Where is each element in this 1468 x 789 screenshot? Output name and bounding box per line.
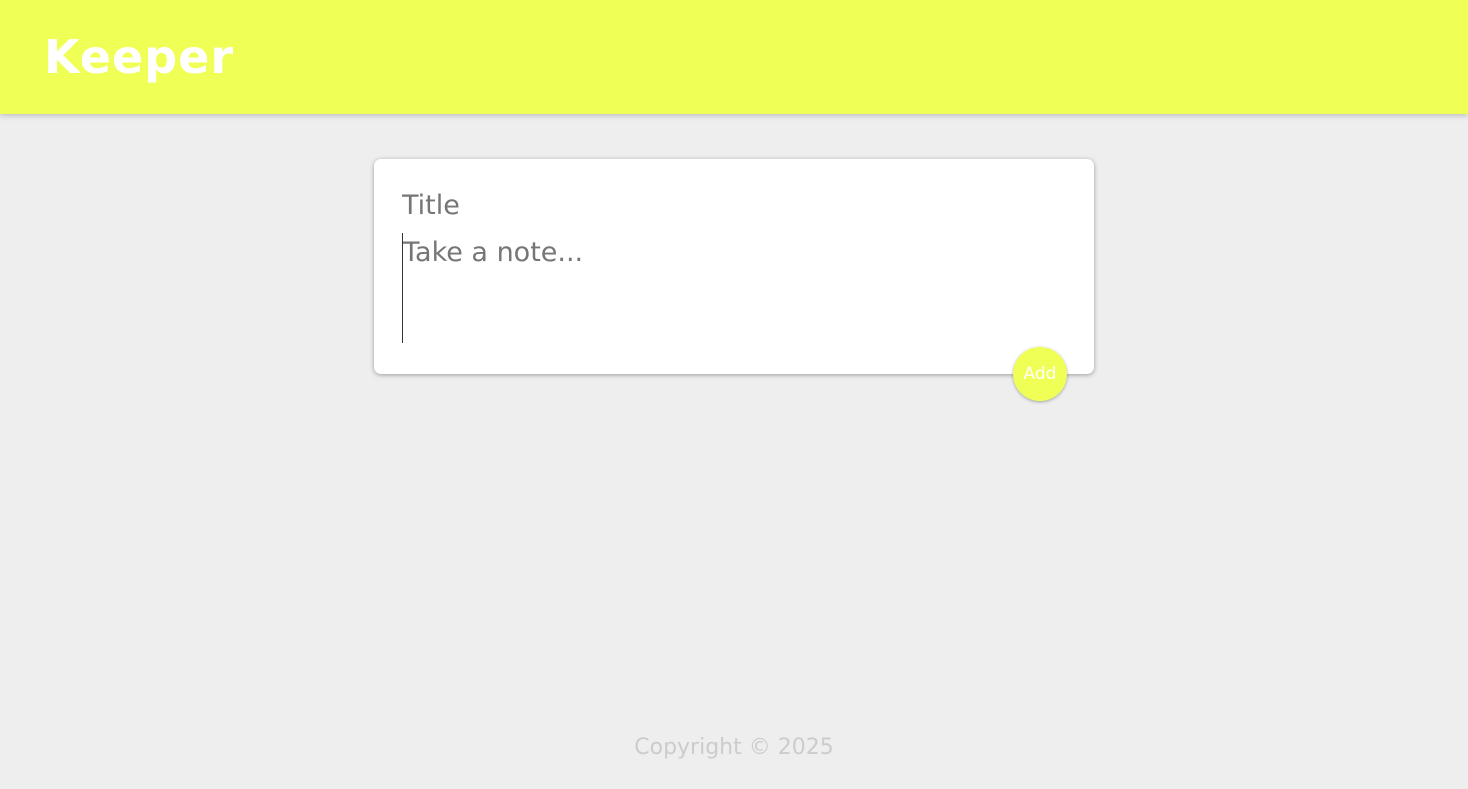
app-logo-title: Keeper [44, 30, 235, 84]
create-note-form [374, 159, 1094, 374]
footer-container: Copyright © 2025 [0, 0, 1468, 789]
note-content-input[interactable] [402, 233, 1063, 343]
footer-copyright: Copyright © 2025 [634, 735, 834, 760]
note-title-input[interactable] [402, 185, 1062, 225]
app-header: Keeper [0, 0, 1468, 114]
add-note-button[interactable]: Add [1013, 347, 1067, 401]
